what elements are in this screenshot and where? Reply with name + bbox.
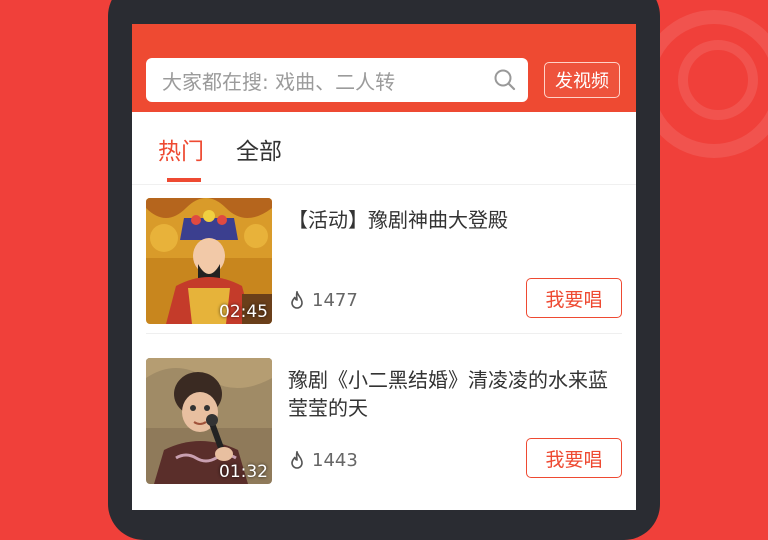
list-item[interactable]: 01:32 豫剧《小二黑结婚》清凌凌的水来蓝莹莹的天 1443 我要唱 (132, 344, 636, 494)
search-input[interactable]: 大家都在搜: 戏曲、二人转 (162, 66, 492, 95)
sing-button[interactable]: 我要唱 (526, 278, 622, 318)
background-decoration-inner (678, 40, 758, 120)
post-video-button[interactable]: 发视频 (544, 62, 620, 98)
flame-icon (291, 290, 303, 309)
video-thumbnail[interactable]: 01:32 (146, 358, 272, 484)
video-title[interactable]: 豫剧《小二黑结婚》清凌凌的水来蓝莹莹的天 (288, 366, 624, 422)
flame-icon (291, 450, 303, 469)
tab-bar: 热门 全部 (132, 112, 636, 185)
sing-button[interactable]: 我要唱 (526, 438, 622, 478)
view-count: 1477 (288, 290, 358, 311)
video-title[interactable]: 【活动】豫剧神曲大登殿 (288, 206, 624, 234)
view-count-value: 1443 (312, 450, 358, 471)
tab-hot[interactable]: 热门 (158, 132, 204, 166)
video-thumbnail[interactable]: 02:45 (146, 198, 272, 324)
search-bar[interactable]: 大家都在搜: 戏曲、二人转 (146, 58, 528, 102)
app-screen: 大家都在搜: 戏曲、二人转 发视频 热门 全部 02:45 【活动】豫剧神曲大登… (132, 24, 636, 510)
search-icon[interactable] (492, 67, 518, 93)
view-count: 1443 (288, 450, 358, 471)
row-divider (146, 333, 622, 334)
list-item[interactable]: 02:45 【活动】豫剧神曲大登殿 1477 我要唱 (132, 184, 636, 334)
view-count-value: 1477 (312, 290, 358, 311)
top-header: 大家都在搜: 戏曲、二人转 发视频 (132, 24, 636, 112)
active-tab-indicator (167, 178, 201, 182)
tab-all[interactable]: 全部 (236, 132, 282, 166)
video-duration: 02:45 (219, 302, 268, 322)
video-duration: 01:32 (219, 462, 268, 482)
